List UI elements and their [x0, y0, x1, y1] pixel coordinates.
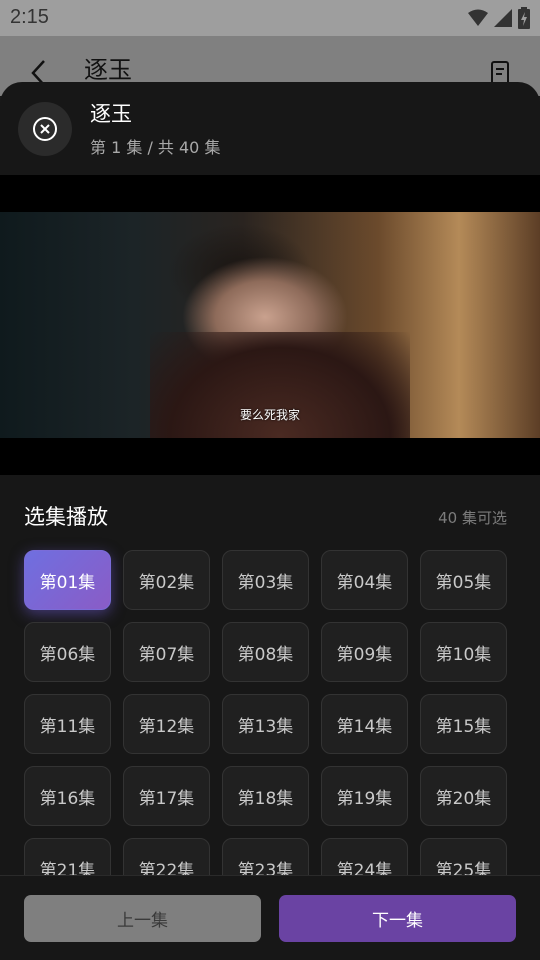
close-circle-icon [33, 117, 57, 141]
status-bar: 2:15 [0, 0, 540, 36]
close-button[interactable] [18, 102, 72, 156]
episode-button[interactable]: 第11集 [24, 694, 111, 754]
episode-button[interactable]: 第06集 [24, 622, 111, 682]
episode-button[interactable]: 第14集 [321, 694, 408, 754]
episode-button[interactable]: 第10集 [420, 622, 507, 682]
episode-button[interactable]: 第01集 [24, 550, 111, 610]
episode-info: 第 1 集 / 共 40 集 [90, 138, 221, 157]
episode-button[interactable]: 第15集 [420, 694, 507, 754]
next-episode-button[interactable]: 下一集 [279, 895, 516, 942]
episode-button[interactable]: 第07集 [123, 622, 210, 682]
battery-icon [518, 7, 530, 29]
episode-grid: 第01集 第02集 第03集 第04集 第05集第06集 第07集 第08集 第09集 第10集… [24, 550, 514, 898]
episode-button[interactable]: 第19集 [321, 766, 408, 826]
episodes-section-title: 选集播放 [24, 505, 108, 529]
episode-button[interactable]: 第08集 [222, 622, 309, 682]
video-subtitle: 要么死我家 [239, 408, 300, 422]
episode-button[interactable]: 第05集 [420, 550, 507, 610]
drama-title: 逐玉 [90, 102, 132, 126]
episode-button[interactable]: 第03集 [222, 550, 309, 610]
episode-button[interactable]: 第04集 [321, 550, 408, 610]
episode-button[interactable]: 第17集 [123, 766, 210, 826]
episode-button[interactable]: 第20集 [420, 766, 507, 826]
episode-button[interactable]: 第02集 [123, 550, 210, 610]
video-player[interactable]: 要么死我家 [0, 175, 540, 475]
episode-button[interactable]: 第09集 [321, 622, 408, 682]
bottom-action-bar: 上一集 下一集 [0, 875, 540, 960]
episode-button[interactable]: 第18集 [222, 766, 309, 826]
video-frame: 要么死我家 [0, 212, 540, 438]
episode-button[interactable]: 第16集 [24, 766, 111, 826]
underlying-page-title: 逐玉 [84, 56, 132, 84]
wifi-icon [468, 9, 488, 26]
status-time: 2:15 [10, 6, 49, 28]
episodes-count: 40 集可选 [438, 509, 507, 527]
status-icons [468, 7, 530, 29]
episode-button[interactable]: 第13集 [222, 694, 309, 754]
signal-icon [494, 9, 512, 27]
previous-episode-button[interactable]: 上一集 [24, 895, 261, 942]
episode-selection: 选集播放 40 集可选 第01集 第02集 第03集 第04集 第05集第06集 第07集… [0, 475, 540, 898]
episode-button[interactable]: 第12集 [123, 694, 210, 754]
sheet-header: 逐玉 第 1 集 / 共 40 集 [0, 82, 540, 174]
episode-player-sheet: 逐玉 第 1 集 / 共 40 集 要么死我家 选集播放 40 集可选 第01集… [0, 82, 540, 960]
